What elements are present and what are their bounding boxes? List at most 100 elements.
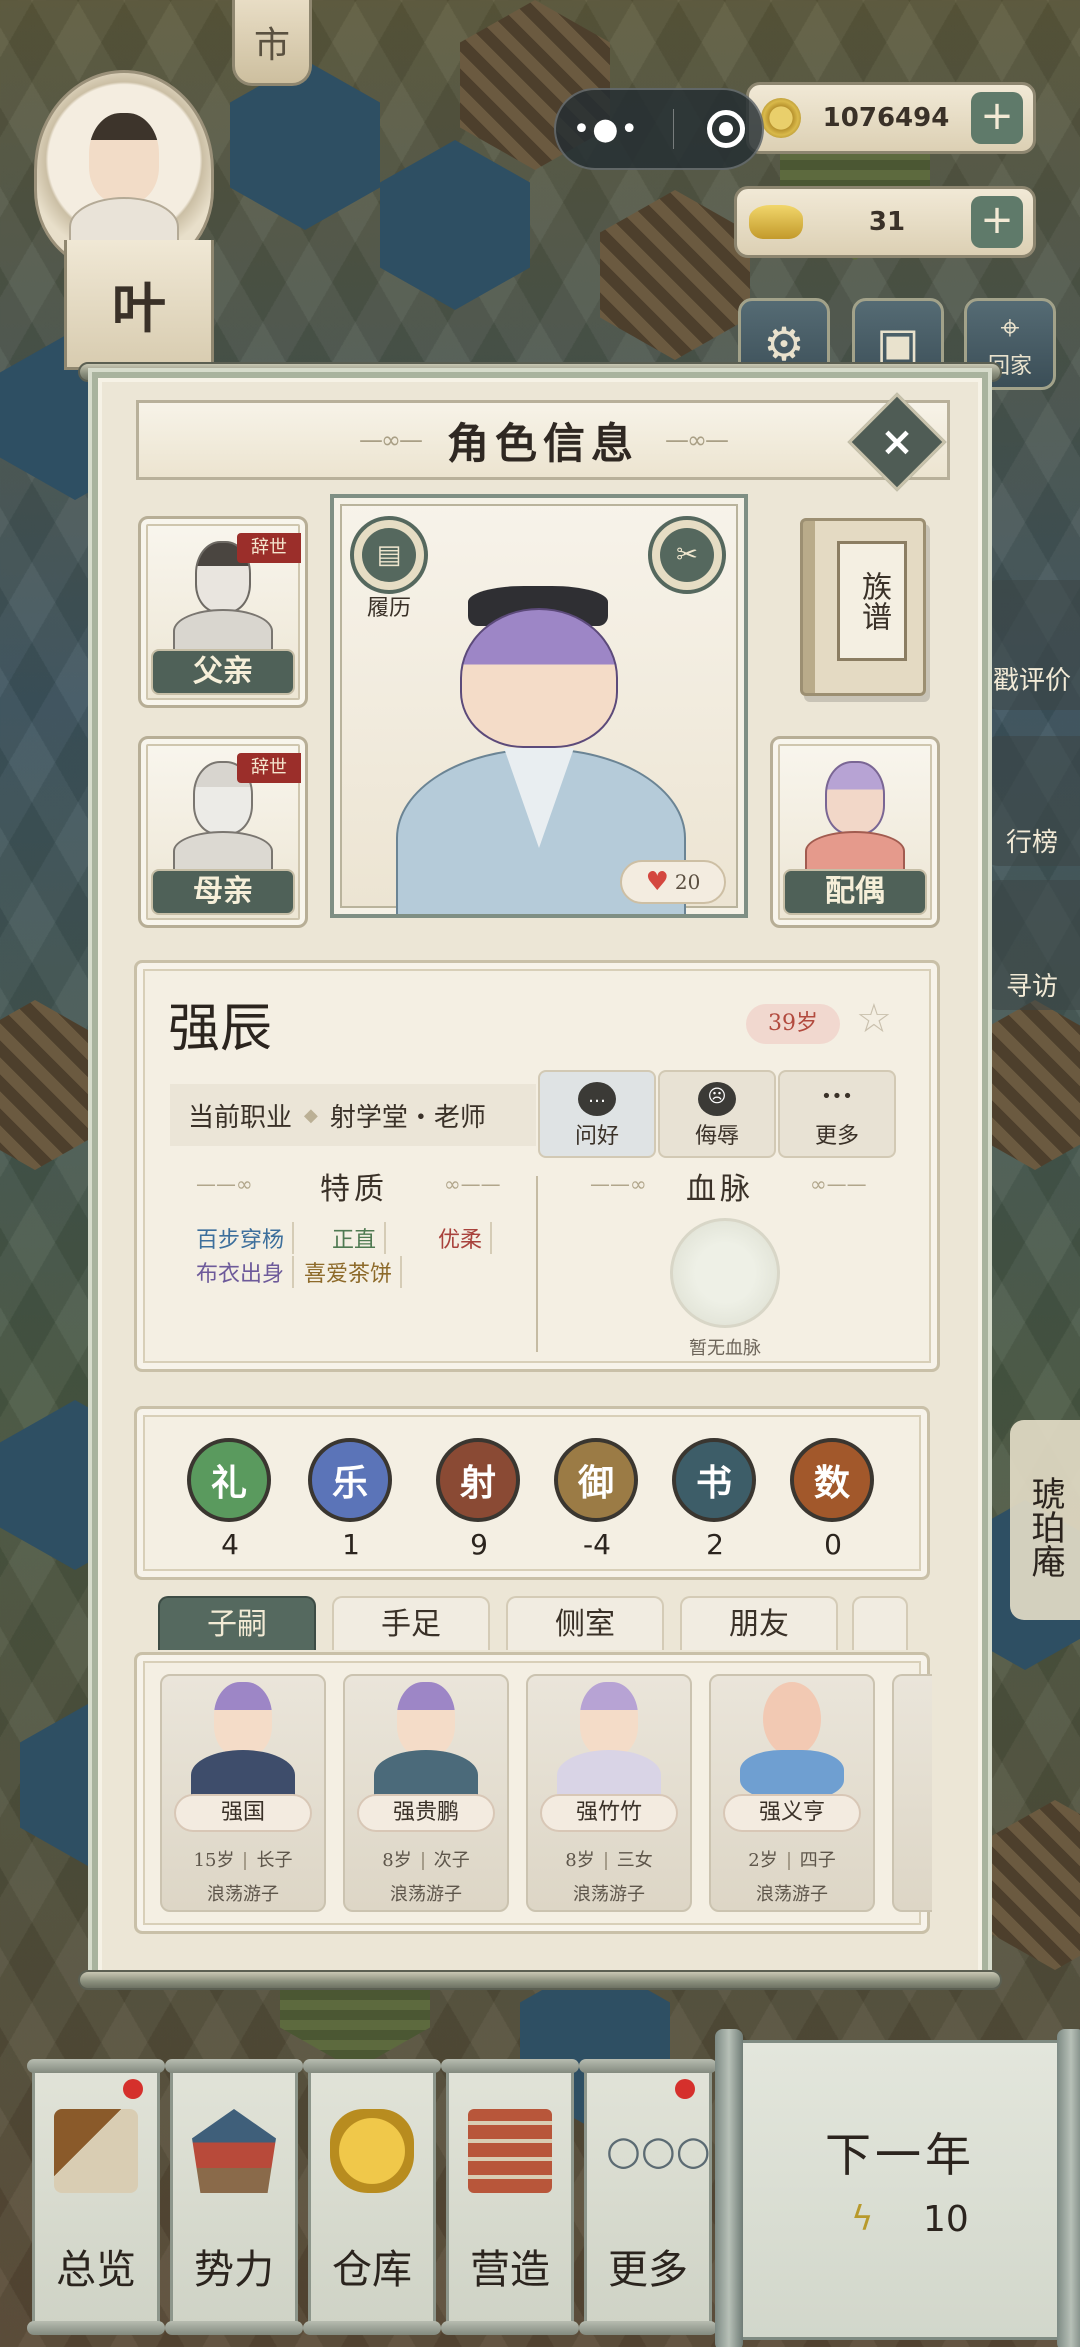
capsule-divider (673, 109, 675, 149)
player-name-banner[interactable]: 叶 (64, 240, 214, 370)
stat-she[interactable]: 射 9 (436, 1438, 522, 1561)
amber-temple-side-button[interactable]: 琥珀庵 (1010, 1420, 1080, 1620)
spouse-portrait (805, 761, 905, 871)
father-label: 父亲 (151, 649, 295, 695)
job-separator-icon: ◆ (304, 1104, 318, 1126)
meta-divider (604, 1852, 607, 1870)
child-meta: 15岁 长子 (162, 1846, 324, 1872)
more-options-icon[interactable]: •●• (573, 112, 641, 147)
trait-tag[interactable]: 优柔 (430, 1222, 493, 1254)
child-card[interactable]: 强义亨 2岁 四子 浪荡游子 (709, 1674, 875, 1912)
close-icon[interactable]: × (862, 407, 932, 477)
visit-side-button[interactable]: 寻访 (984, 880, 1080, 1010)
more-circles-icon: ○○○ (606, 2128, 711, 2174)
nav-warehouse[interactable]: 仓库 (303, 2059, 441, 2335)
stat-yu[interactable]: 御 -4 (554, 1438, 640, 1561)
father-card[interactable]: 辞世 父亲 (138, 516, 308, 708)
tab-friends[interactable]: 朋友 (680, 1596, 838, 1650)
trait-tag[interactable]: 布衣出身 (188, 1256, 295, 1288)
gold-ingot-value: 31 (868, 207, 906, 237)
greet-button[interactable]: … 问好 (538, 1070, 656, 1158)
ranking-side-button[interactable]: 行榜 (984, 736, 1080, 866)
music-icon: 乐 (308, 1438, 392, 1522)
job-prefix: 当前职业 (188, 1102, 293, 1133)
insult-button[interactable]: ☹ 侮辱 (658, 1070, 776, 1158)
heart-icon: ♥ (645, 867, 669, 897)
add-coins-button[interactable]: + (971, 92, 1023, 144)
child-card[interactable]: 强竹竹 8岁 三女 浪荡游子 (526, 1674, 692, 1912)
market-tab-label: 市 (253, 24, 290, 66)
player-face (89, 113, 159, 203)
child-age: 8岁 (565, 1850, 595, 1871)
stat-yue[interactable]: 乐 1 (308, 1438, 394, 1561)
child-name: 强义亨 (723, 1794, 861, 1832)
more-actions-button[interactable]: ••• 更多 (778, 1070, 896, 1158)
market-tab[interactable]: 市 (232, 0, 312, 86)
amber-temple-label: 琥珀庵 (1025, 1476, 1065, 1578)
nav-overview-label: 总览 (56, 2247, 136, 2293)
genealogy-book-button[interactable]: 族谱 (800, 518, 926, 696)
mother-card[interactable]: 辞世 母亲 (138, 736, 308, 928)
tab-children[interactable]: 子嗣 (158, 1596, 316, 1650)
copper-coin-icon (761, 98, 801, 138)
insult-label: 侮辱 (694, 1124, 739, 1149)
child-card[interactable]: 强贵鹏 8岁 次子 浪荡游子 (343, 1674, 509, 1912)
greet-label: 问好 (574, 1124, 619, 1149)
child-meta: 8岁 次子 (345, 1846, 507, 1872)
child-status: 浪荡游子 (390, 1884, 462, 1905)
spouse-card[interactable]: 配偶 (770, 736, 940, 928)
stat-value: 0 (824, 1528, 842, 1561)
stat-shu[interactable]: 书 2 (672, 1438, 758, 1561)
appearance-button[interactable]: ✂ (648, 516, 726, 594)
scroll-rod-bottom (78, 1970, 1002, 1990)
nav-power[interactable]: 势力 (165, 2059, 303, 2335)
current-job-row: 当前职业 ◆ 射学堂・老师 (170, 1084, 536, 1146)
traits-ornament-left: ——∞ (196, 1172, 253, 1196)
ranking-side-label: 行榜 (1005, 828, 1058, 858)
close-app-icon[interactable] (707, 110, 746, 148)
gold-ingot-bar: 31 + (734, 186, 1036, 258)
bloodline-phoenix-seal-icon (670, 1218, 780, 1328)
stat-value: 2 (706, 1528, 724, 1561)
genealogy-label: 族谱 (837, 541, 907, 661)
title-ornament-right: —∞— (665, 426, 729, 454)
nav-construction-label: 营造 (470, 2247, 550, 2293)
copper-coin-value: 1076494 (822, 103, 950, 133)
mother-deceased-tag: 辞世 (237, 753, 301, 783)
stat-li[interactable]: 礼 4 (187, 1438, 273, 1561)
resume-button[interactable]: ▤ (350, 516, 428, 594)
charioteering-icon: 御 (554, 1438, 638, 1522)
tab-overflow[interactable] (852, 1596, 908, 1650)
child-rank: 次子 (433, 1850, 470, 1871)
tab-concubines[interactable]: 侧室 (506, 1596, 664, 1650)
trait-tag[interactable]: 喜爱茶饼 (296, 1256, 403, 1288)
child-status: 浪荡游子 (573, 1884, 645, 1905)
child-meta: 2岁 四子 (711, 1846, 873, 1872)
child-card[interactable]: 强国 15岁 长子 浪荡游子 (160, 1674, 326, 1912)
child-card-partial[interactable] (892, 1674, 932, 1912)
tab-siblings[interactable]: 手足 (332, 1596, 490, 1650)
palace-icon (192, 2109, 276, 2193)
stat-shu-math[interactable]: 数 0 (790, 1438, 876, 1561)
child-status: 浪荡游子 (207, 1884, 279, 1905)
trait-tag[interactable]: 正直 (324, 1222, 387, 1254)
trait-tag[interactable]: 百步穿杨 (188, 1222, 295, 1254)
nav-construction[interactable]: 营造 (441, 2059, 579, 2335)
job-title: 射学堂・老师 (329, 1102, 486, 1133)
child-rank: 四子 (799, 1850, 836, 1871)
rites-icon: 礼 (187, 1438, 271, 1522)
nav-overview[interactable]: 总览 (27, 2059, 165, 2335)
add-ingots-button[interactable]: + (971, 196, 1023, 248)
nav-more[interactable]: ○○○ 更多 (579, 2059, 717, 2335)
rating-side-button[interactable]: 戳评价 (984, 580, 1080, 710)
next-year-button[interactable]: 下一年 ϟ 10 (715, 2029, 1080, 2347)
character-age: 39岁 (746, 1004, 840, 1044)
brush-icon (54, 2109, 138, 2193)
copper-coin-bar: 1076494 + (746, 82, 1036, 154)
favorite-star-icon[interactable]: ☆ (856, 996, 892, 1042)
child-clothes (191, 1750, 295, 1800)
character-name: 强辰 (168, 999, 273, 1059)
scroll-pole-left (715, 2029, 743, 2347)
stat-value: 1 (342, 1528, 360, 1561)
archery-icon: 射 (436, 1438, 520, 1522)
